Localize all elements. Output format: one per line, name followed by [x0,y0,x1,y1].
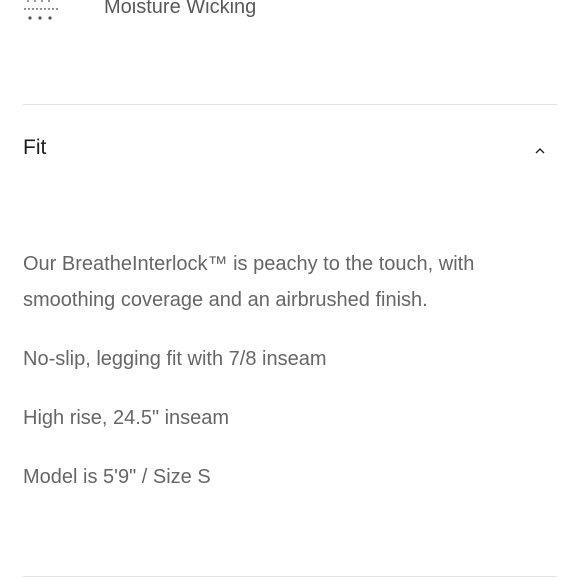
accordion-title: Fit [23,136,47,159]
accordion-content: Our BreatheInterlock™ is peachy to the t… [23,246,543,488]
accordion-header-fit[interactable]: Fit [23,126,557,170]
chevron-up-icon[interactable] [535,143,545,154]
fit-description: Our BreatheInterlock™ is peachy to the t… [23,253,475,311]
moisture-wicking-icon [24,0,60,24]
feature-label: Moisture Wicking [104,0,257,18]
section-divider [23,576,557,577]
fit-detail: No-slip, legging fit with 7/8 inseam [23,348,327,370]
fit-detail: High rise, 24.5" inseam [23,407,230,429]
section-divider [23,104,557,105]
fit-detail: Model is 5'9" / Size S [23,466,211,488]
feature-moisture-wicking: Moisture Wicking [0,0,580,30]
